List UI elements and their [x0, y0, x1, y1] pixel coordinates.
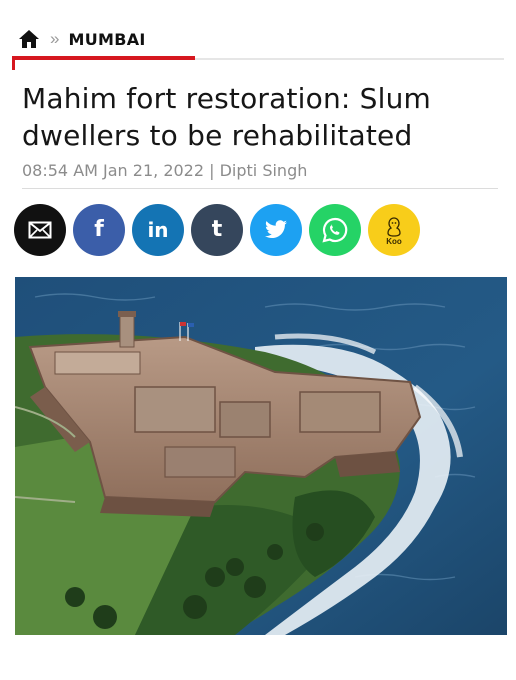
- share-tumblr-button[interactable]: t: [191, 204, 243, 256]
- fort-aerial-photo: [15, 277, 507, 635]
- share-whatsapp-button[interactable]: [309, 204, 361, 256]
- share-koo-button[interactable]: Koo: [368, 204, 420, 256]
- article-hero-image: [15, 277, 507, 635]
- share-facebook-button[interactable]: f: [73, 204, 125, 256]
- koo-label: Koo: [386, 236, 402, 246]
- tumblr-icon: t: [211, 217, 223, 242]
- koo-bird-icon: [387, 216, 401, 237]
- share-bar: f in t Koo: [14, 204, 420, 256]
- article-meta: 08:54 AM Jan 21, 2022 | Dipti Singh: [22, 161, 308, 180]
- breadcrumb: » MUMBAI: [18, 26, 146, 52]
- accent-underline: [12, 56, 195, 60]
- share-linkedin-button[interactable]: in: [132, 204, 184, 256]
- accent-tick: [12, 56, 15, 70]
- meta-divider: [22, 188, 498, 189]
- breadcrumb-section-link[interactable]: MUMBAI: [68, 30, 145, 49]
- article-headline: Mahim fort restoration: Slum dwellers to…: [22, 82, 432, 152]
- home-icon[interactable]: [18, 28, 40, 50]
- share-twitter-button[interactable]: [250, 204, 302, 256]
- twitter-bird-icon: [265, 220, 287, 239]
- share-email-button[interactable]: [14, 204, 66, 256]
- linkedin-icon: in: [147, 218, 169, 242]
- whatsapp-icon: [322, 217, 348, 243]
- facebook-icon: f: [94, 217, 104, 242]
- breadcrumb-separator: »: [50, 29, 60, 48]
- envelope-icon: [28, 221, 52, 239]
